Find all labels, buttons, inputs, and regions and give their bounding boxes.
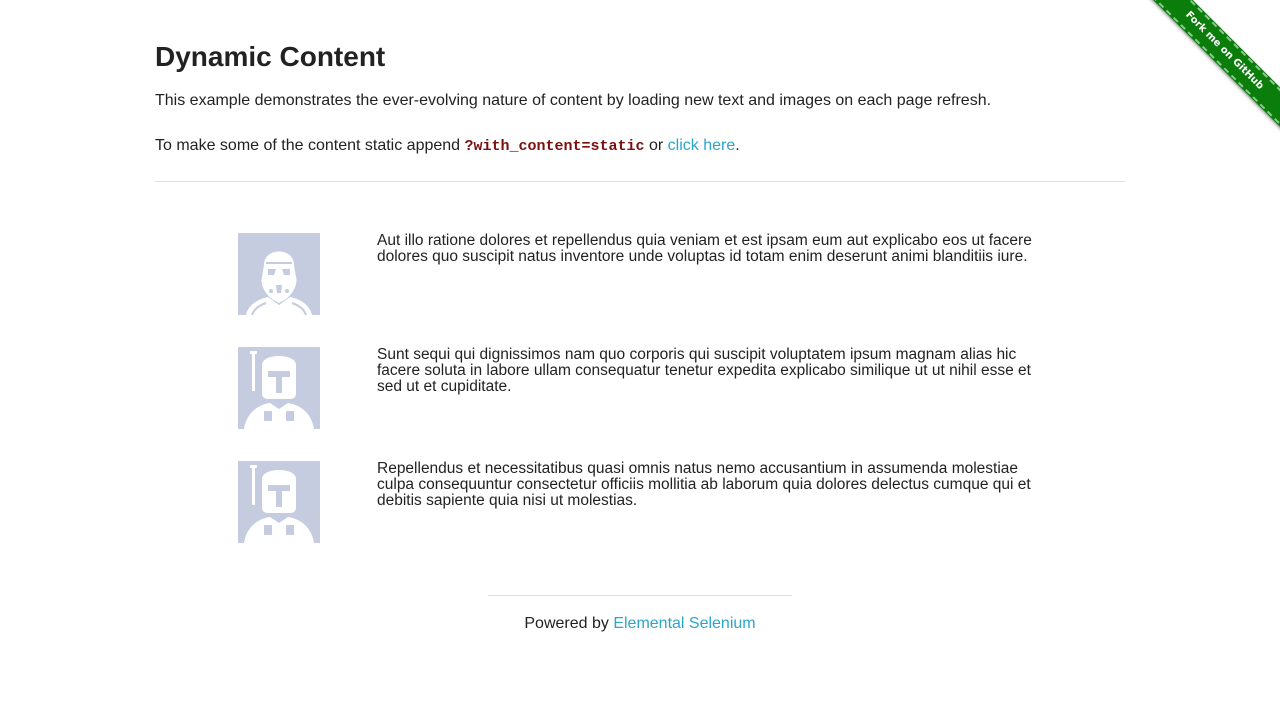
content-row-text: Repellendus et necessitatibus quasi omni…: [377, 460, 1031, 509]
intro-text: This example demonstrates the ever-evolv…: [155, 92, 992, 109]
static-or: or: [644, 137, 668, 154]
fork-ribbon-container: Fork me on GitHub: [1130, 0, 1280, 150]
static-query-code: ?with_content=static: [464, 138, 645, 155]
elemental-selenium-link[interactable]: Elemental Selenium: [613, 615, 755, 632]
content-row: Aut illo ratione dolores et repellendus …: [238, 233, 1038, 347]
content-row: Sunt sequi qui dignissimos nam quo corpo…: [238, 347, 1038, 461]
dynamic-content-list: Aut illo ratione dolores et repellendus …: [238, 233, 1038, 575]
page-footer: Powered by Elemental Selenium: [488, 595, 792, 634]
footer-divider: [488, 595, 792, 596]
page-title: Dynamic Content: [155, 41, 386, 72]
static-prefix: To make some of the content static appen…: [155, 137, 465, 154]
fork-me-ribbon[interactable]: Fork me on GitHub: [1144, 0, 1280, 131]
divider: [155, 181, 1125, 182]
main-content: Dynamic Content This example demonstrate…: [155, 0, 1125, 182]
boba-fett-avatar-icon: [238, 347, 320, 429]
stormtrooper-avatar-icon: [238, 233, 320, 315]
content-row-text: Aut illo ratione dolores et repellendus …: [377, 232, 1032, 265]
footer-text: Powered by Elemental Selenium: [488, 614, 792, 634]
page: Fork me on GitHub Dynamic Content This e…: [0, 0, 1280, 720]
click-here-link[interactable]: click here: [668, 137, 736, 154]
content-row: Repellendus et necessitatibus quasi omni…: [238, 461, 1038, 575]
content-row-text: Sunt sequi qui dignissimos nam quo corpo…: [377, 346, 1031, 395]
footer-prefix: Powered by: [524, 615, 614, 632]
boba-fett-avatar-icon: [238, 461, 320, 543]
static-instructions: To make some of the content static appen…: [155, 135, 1125, 158]
static-suffix: .: [735, 137, 740, 154]
